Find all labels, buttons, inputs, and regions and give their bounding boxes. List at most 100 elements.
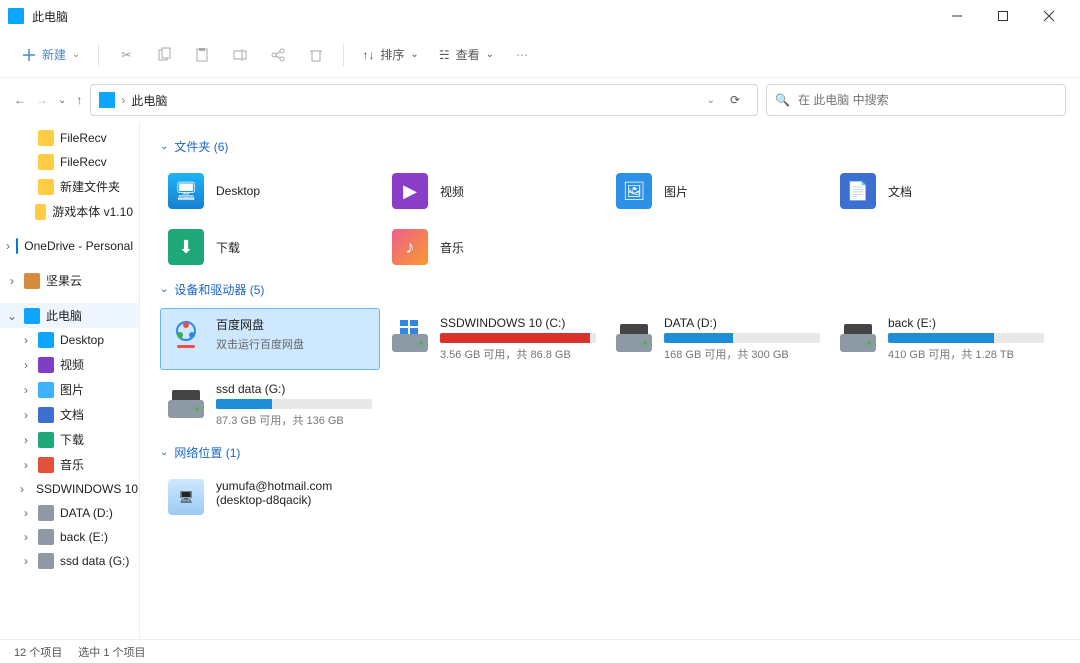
drive-name: SSDWINDOWS 10 (C:) (440, 316, 596, 330)
view-label: 查看 (456, 46, 480, 63)
separator (343, 44, 344, 66)
chevron-down-icon: ⌄ (160, 141, 168, 152)
folder-icon: 🖼 (616, 173, 652, 209)
folders-grid: 🖥Desktop▶视频🖼图片📄文档 ⬇下载♪音乐 (160, 165, 1060, 273)
sidebar-item-label: 音乐 (60, 456, 84, 473)
path-box[interactable]: › 此电脑 ⌄ ⟳ (90, 84, 758, 116)
sidebar-item[interactable]: ›Desktop (0, 328, 139, 352)
expand-icon[interactable]: › (20, 554, 32, 568)
drive-item[interactable]: ssd data (G:)87.3 GB 可用，共 136 GB (160, 374, 380, 436)
drive-item[interactable]: SSDWINDOWS 10 (C:)3.56 GB 可用，共 86.8 GB (384, 308, 604, 370)
chevron-down-icon: ⌄ (160, 284, 168, 295)
status-count: 12 个项目 (14, 644, 62, 660)
paste-icon (194, 47, 210, 63)
search-box[interactable]: 🔍 (766, 84, 1066, 116)
sidebar-item-label: 新建文件夹 (60, 178, 120, 195)
group-drives-header[interactable]: ⌄ 设备和驱动器 (5) (160, 281, 1060, 298)
copy-icon (156, 47, 172, 63)
drive-item[interactable]: DATA (D:)168 GB 可用，共 300 GB (608, 308, 828, 370)
forward-button[interactable]: → (36, 93, 48, 107)
drive-usage-fill (664, 333, 733, 343)
sidebar-item[interactable]: FileRecv (0, 126, 139, 150)
cut-button[interactable]: ✂ (109, 38, 143, 72)
recent-dropdown[interactable]: ⌄ (58, 95, 66, 106)
new-label: 新建 (42, 46, 66, 63)
path-dropdown-icon[interactable]: ⌄ (707, 95, 715, 106)
delete-button[interactable] (299, 38, 333, 72)
folder-item[interactable]: 🖥Desktop (160, 165, 380, 217)
back-button[interactable]: ← (14, 93, 26, 107)
expand-icon[interactable]: › (20, 408, 32, 422)
expand-icon[interactable]: › (6, 239, 10, 253)
up-button[interactable]: ↑ (76, 93, 82, 107)
sidebar-item[interactable]: ›下载 (0, 427, 139, 452)
sidebar-item[interactable]: 新建文件夹 (0, 174, 139, 199)
window-controls (934, 0, 1072, 32)
view-button[interactable]: ☵ 查看 ⌄ (431, 42, 502, 67)
group-network-header[interactable]: ⌄ 网络位置 (1) (160, 444, 1060, 461)
sidebar-item-label: FileRecv (60, 155, 107, 169)
sidebar-item[interactable]: › DATA (D:) (0, 501, 139, 525)
paste-button[interactable] (185, 38, 219, 72)
status-bar: 12 个项目 选中 1 个项目 (0, 639, 1080, 663)
search-icon: 🔍 (775, 93, 790, 107)
more-button[interactable]: ⋯ (506, 38, 540, 72)
new-button[interactable]: 新建 ⌄ (14, 42, 88, 67)
expand-icon[interactable]: › (20, 506, 32, 520)
search-input[interactable] (798, 93, 1057, 107)
sidebar-item[interactable]: ›视频 (0, 352, 139, 377)
sidebar-item[interactable]: ›ssd data (G:) (0, 549, 139, 573)
minimize-button[interactable] (934, 0, 980, 32)
sidebar-item[interactable]: ⌄此电脑 (0, 303, 139, 328)
sidebar-item[interactable]: ›坚果云 (0, 268, 139, 293)
drive-item[interactable]: 百度网盘双击运行百度网盘 (160, 308, 380, 370)
baidu-netdisk-icon (168, 316, 204, 352)
sidebar-item[interactable]: ›back (E:) (0, 525, 139, 549)
expand-icon[interactable]: › (6, 274, 18, 288)
expand-icon[interactable]: › (20, 482, 24, 496)
rename-button[interactable] (223, 38, 257, 72)
folder-name: 文档 (888, 183, 912, 200)
drive-item[interactable]: back (E:)410 GB 可用，共 1.28 TB (832, 308, 1052, 370)
sidebar-item[interactable]: FileRecv (0, 150, 139, 174)
sidebar-item-icon (38, 553, 54, 569)
group-folders-header[interactable]: ⌄ 文件夹 (6) (160, 138, 1060, 155)
share-button[interactable] (261, 38, 295, 72)
expand-icon[interactable]: › (20, 358, 32, 372)
status-selected: 选中 1 个项目 (78, 644, 145, 660)
drive-usage-fill (440, 333, 590, 343)
sidebar-item[interactable]: 游戏本体 v1.10 (0, 199, 139, 224)
sidebar-item-label: DATA (D:) (60, 506, 113, 520)
folder-item[interactable]: ⬇下载 (160, 221, 380, 273)
sidebar-item-icon (38, 457, 54, 473)
drive-usage-fill (888, 333, 994, 343)
sidebar-item[interactable]: ›图片 (0, 377, 139, 402)
expand-icon[interactable]: › (20, 333, 32, 347)
app-icon (8, 8, 24, 24)
expand-icon[interactable]: › (20, 433, 32, 447)
sidebar-item[interactable]: › 音乐 (0, 452, 139, 477)
close-button[interactable] (1026, 0, 1072, 32)
folder-item[interactable]: ▶视频 (384, 165, 604, 217)
network-name: yumufa@hotmail.com (216, 479, 332, 493)
folder-item[interactable]: 🖼图片 (608, 165, 828, 217)
refresh-button[interactable]: ⟳ (721, 93, 749, 107)
rename-icon (232, 47, 248, 63)
sidebar-item[interactable]: ›SSDWINDOWS 10 (C:) (0, 477, 139, 501)
expand-icon[interactable]: › (20, 383, 32, 397)
sort-button[interactable]: ↑↓ 排序 ⌄ (354, 42, 426, 67)
expand-icon[interactable]: › (20, 458, 32, 472)
expand-icon[interactable]: › (20, 530, 32, 544)
drive-info: DATA (D:)168 GB 可用，共 300 GB (664, 316, 820, 362)
folder-item[interactable]: ♪音乐 (384, 221, 604, 273)
sidebar-item[interactable]: ›文档 (0, 402, 139, 427)
expand-icon[interactable]: ⌄ (6, 309, 18, 323)
sidebar-item-label: 游戏本体 v1.10 (52, 203, 133, 220)
maximize-button[interactable] (980, 0, 1026, 32)
drive-usage-bar (440, 333, 596, 343)
network-item[interactable]: 🖥yumufa@hotmail.com(desktop-d8qacik) (160, 471, 420, 523)
sidebar-item[interactable]: ›OneDrive - Personal (0, 234, 139, 258)
copy-button[interactable] (147, 38, 181, 72)
path-segment[interactable]: 此电脑 (131, 92, 167, 109)
folder-item[interactable]: 📄文档 (832, 165, 1052, 217)
